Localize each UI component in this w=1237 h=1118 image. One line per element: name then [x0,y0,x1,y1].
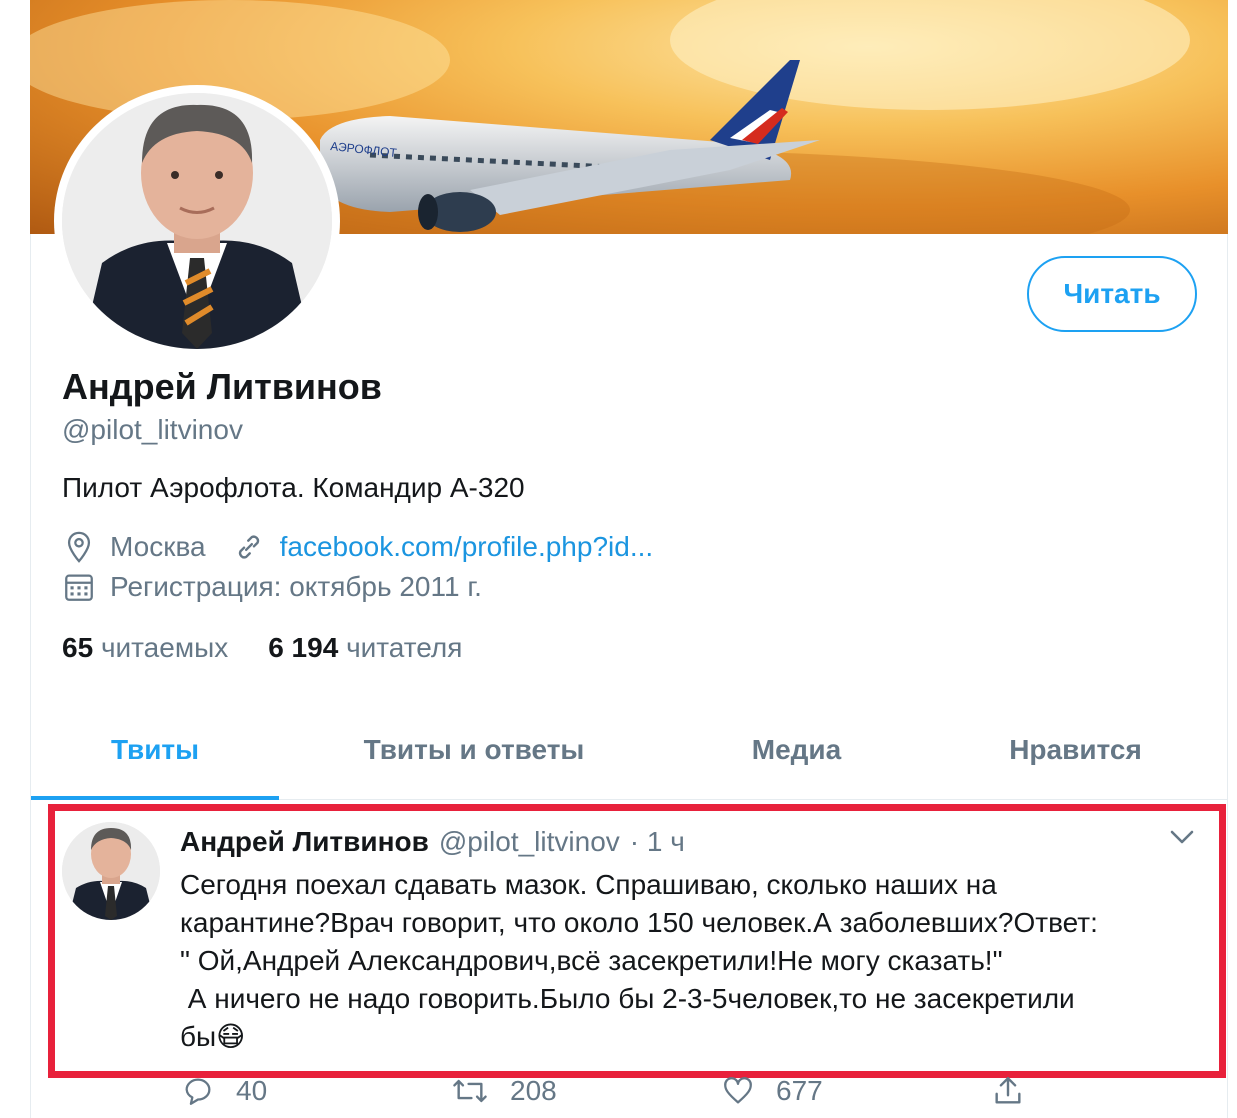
tweet-avatar-portrait [62,822,160,920]
tweet-text: Сегодня поехал сдавать мазок. Спрашиваю,… [180,869,1098,1052]
followers-count: 6 194 [268,632,339,663]
tab-likes[interactable]: Нравится [924,700,1227,799]
reply-count: 40 [236,1075,268,1106]
profile-avatar[interactable] [54,85,340,357]
profile-stats: 65 читаемых 6 194 читателя [62,632,462,664]
share-icon [995,1077,1021,1104]
tab-media[interactable]: Медиа [669,700,924,799]
follow-button[interactable]: Читать [1027,256,1197,332]
profile-website-link[interactable]: facebook.com/profile.php?id... [280,531,654,563]
tweet-timestamp[interactable]: · 1 ч [630,826,685,858]
following-stat[interactable]: 65 читаемых [62,632,228,664]
profile-tabs: Твиты Твиты и ответы Медиа Нравится [31,700,1227,800]
followers-stat[interactable]: 6 194 читателя [268,632,462,664]
tweet-author-name[interactable]: Андрей Литвинов [180,826,429,858]
following-label: читаемых [100,632,229,663]
following-count: 65 [62,632,94,663]
tweet-avatar[interactable] [62,822,160,920]
link-icon [238,535,259,559]
share-button[interactable] [990,1074,1046,1108]
profile-bio: Пилот Аэрофлота. Командир А-320 [62,472,525,503]
tweet-header: Андрей Литвинов @pilot_litvinov · 1 ч [180,826,685,858]
calendar-icon [65,574,93,601]
profile-joined-row: Регистрация: октябрь 2011 г. [62,570,482,604]
retweet-count: 208 [510,1075,557,1106]
profile-name: Андрей Литвинов [62,366,382,407]
avatar-portrait [62,93,332,349]
profile-location: Москва [110,531,206,562]
retweet-button[interactable]: 208 [450,1074,720,1108]
tab-tweets-and-replies[interactable]: Твиты и ответы [279,700,669,799]
profile-handle: @pilot_litvinov [62,414,243,445]
heart-icon [724,1077,752,1104]
reply-icon [185,1078,211,1105]
like-button[interactable]: 677 [720,1074,990,1108]
tweet-actions: 40 208 677 [180,1074,1046,1108]
followers-label: читателя [346,632,463,663]
retweet-icon [453,1079,487,1103]
chevron-down-icon[interactable] [1168,826,1196,848]
tweet-author-handle[interactable]: @pilot_litvinov [439,826,620,858]
profile-joined-date: Регистрация: октябрь 2011 г. [110,571,482,602]
location-pin-icon [67,531,91,563]
reply-button[interactable]: 40 [180,1074,450,1108]
tab-tweets[interactable]: Твиты [31,700,279,800]
profile-meta-row: Москва facebook.com/profile.php?id... [62,530,653,564]
like-count: 677 [776,1075,823,1106]
